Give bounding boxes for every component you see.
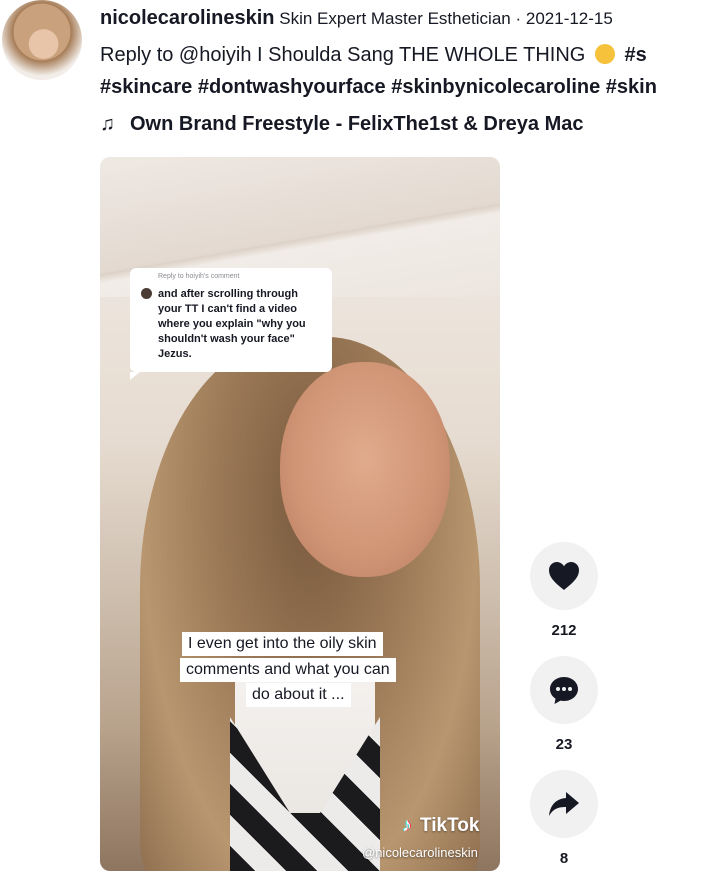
- hashtag-link[interactable]: #s: [624, 44, 646, 66]
- video-player[interactable]: [100, 157, 500, 871]
- reply-card-label: Reply to hoiyih's comment: [158, 273, 240, 280]
- hashtag-dontwashyourface[interactable]: #dontwashyourface: [198, 76, 386, 98]
- tiktok-logo: ♪ TikTok: [398, 815, 490, 841]
- like-count: 212: [551, 622, 577, 639]
- video-person-face: [280, 362, 450, 577]
- description-line-2: #skincare #dontwashyourface #skinbynicol…: [100, 73, 657, 101]
- tiktok-note-icon: ♪: [402, 815, 412, 836]
- music-title: Own Brand Freestyle - FelixThe1st & Drey…: [130, 113, 584, 135]
- description-line-1: Reply to @hoiyih I Shoulda Sang THE WHOL…: [100, 41, 647, 69]
- author-nickname: Skin Expert Master Esthetician: [279, 9, 511, 28]
- separator: ·: [515, 9, 522, 28]
- reply-card-text: and after scrolling through your TT I ca…: [158, 288, 306, 360]
- description-text: Reply to @hoiyih I Shoulda Sang THE WHOL…: [100, 44, 586, 66]
- share-button[interactable]: [530, 770, 598, 838]
- hashtag-skin[interactable]: #skin: [606, 76, 657, 98]
- hashtag-skincare[interactable]: #skincare: [100, 76, 192, 98]
- hashtag-skinbynicolecaroline[interactable]: #skinbynicolecaroline: [391, 76, 600, 98]
- tiktok-logo-text: TikTok: [420, 815, 480, 836]
- heart-icon: [549, 562, 579, 590]
- author-avatar[interactable]: [2, 0, 82, 80]
- video-caption-line-2: comments and what you can: [180, 658, 396, 682]
- reply-comment-card: Reply to hoiyih's comment and after scro…: [130, 268, 332, 380]
- comment-button[interactable]: [530, 656, 598, 724]
- unamused-face-emoji-icon: [594, 44, 615, 64]
- post-date: 2021-12-15: [525, 9, 613, 28]
- commenter-avatar: [141, 288, 152, 299]
- video-caption-line-3: do about it ...: [246, 683, 351, 707]
- like-button[interactable]: [530, 542, 598, 610]
- music-note-icon: ♫: [100, 113, 115, 135]
- comment-count: 23: [555, 736, 573, 753]
- video-watermark: @nicolecarolineskin: [362, 845, 478, 860]
- music-link[interactable]: ♫ Own Brand Freestyle - FelixThe1st & Dre…: [100, 110, 584, 138]
- author-username[interactable]: nicolecarolineskin: [100, 7, 275, 29]
- share-count: 8: [559, 850, 569, 867]
- author-header: nicolecarolineskin Skin Expert Master Es…: [100, 4, 613, 33]
- share-arrow-icon: [549, 792, 579, 816]
- comment-bubble-icon: [550, 677, 578, 704]
- video-caption-line-1: I even get into the oily skin: [182, 632, 383, 656]
